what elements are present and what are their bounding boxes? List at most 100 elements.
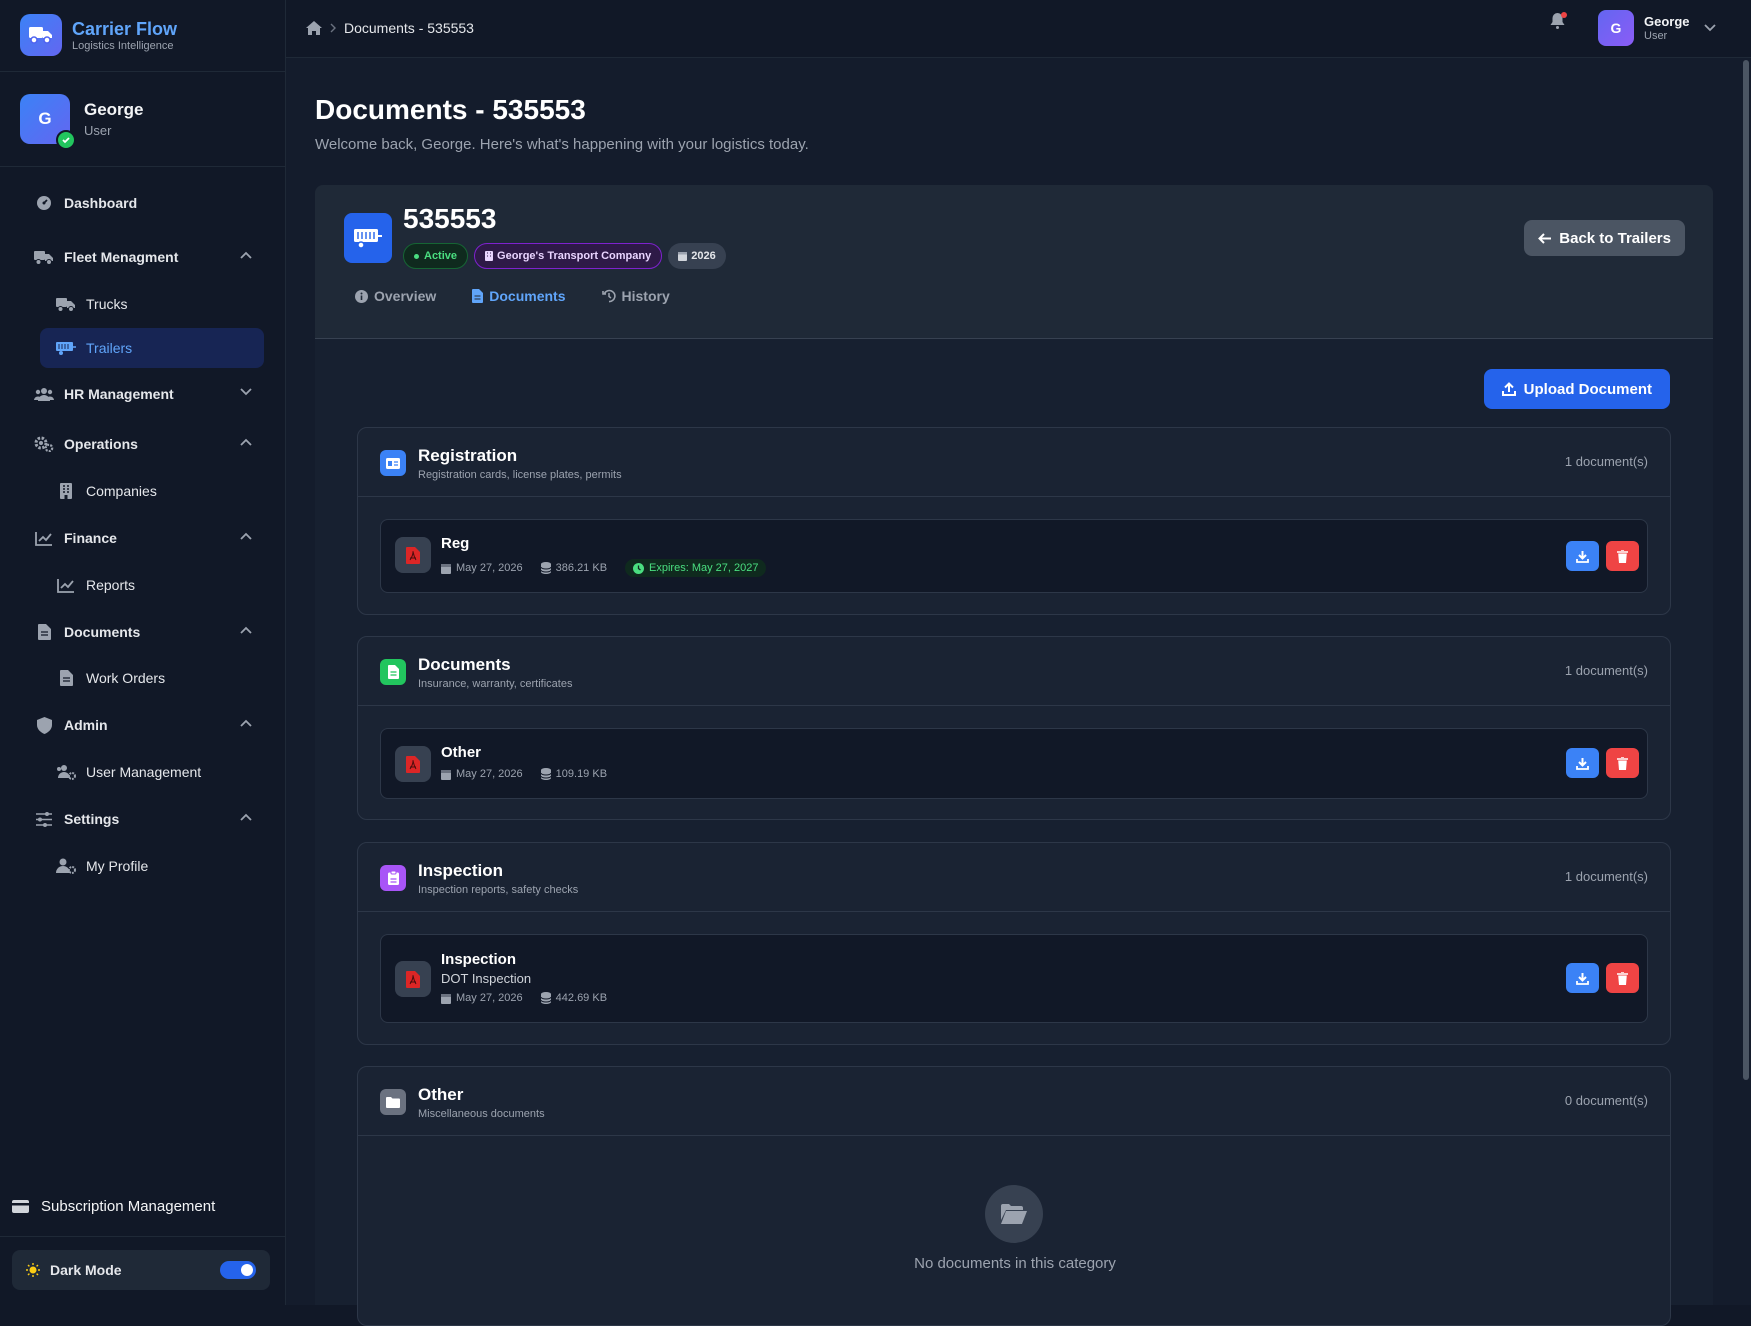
database-icon <box>540 992 551 1004</box>
document-row[interactable]: Inspection DOT Inspection May 27, 2026 4… <box>380 934 1648 1023</box>
category-inspection: Inspection Inspection reports, safety ch… <box>357 842 1671 1045</box>
pdf-file-icon <box>395 746 431 782</box>
nav-label: Operations <box>64 436 138 452</box>
document-count: 0 document(s) <box>1564 1093 1648 1108</box>
document-row[interactable]: Reg May 27, 2026 386.21 KB Expires: May … <box>380 519 1648 593</box>
nav-my-profile[interactable]: My Profile <box>40 846 264 886</box>
truck-icon <box>34 250 54 265</box>
nav-label: Admin <box>64 717 108 733</box>
avatar: G <box>20 94 76 150</box>
category-registration: Registration Registration cards, license… <box>357 427 1671 615</box>
dark-mode-row: Dark Mode <box>12 1250 270 1290</box>
nav-label: HR Management <box>64 386 174 402</box>
nav-companies[interactable]: Companies <box>40 471 264 511</box>
avatar: G <box>1598 10 1634 46</box>
truck-logo-icon <box>20 14 62 56</box>
document-row[interactable]: Other May 27, 2026 109.19 KB <box>380 728 1648 799</box>
nav-work-orders[interactable]: Work Orders <box>40 658 264 698</box>
divider <box>0 166 286 167</box>
tab-documents[interactable]: Documents <box>472 288 566 304</box>
pdf-file-icon <box>395 537 431 573</box>
user-menu[interactable]: G George User <box>1598 10 1716 46</box>
chevron-down-icon <box>1703 24 1716 32</box>
divider <box>0 71 286 72</box>
nav-label: Documents <box>64 624 141 640</box>
nav-reports[interactable]: Reports <box>40 565 264 605</box>
company-badge: George's Transport Company <box>474 243 663 269</box>
database-icon <box>540 768 551 780</box>
category-description: Miscellaneous documents <box>418 1108 545 1120</box>
verified-check-icon <box>56 130 76 150</box>
nav-hr[interactable]: HR Management <box>20 374 264 414</box>
download-button[interactable] <box>1566 748 1599 778</box>
delete-button[interactable] <box>1606 748 1639 778</box>
nav-fleet[interactable]: Fleet Menagment <box>20 237 264 277</box>
calendar-icon <box>678 251 688 261</box>
dark-mode-toggle[interactable] <box>220 1261 256 1279</box>
chevron-up-icon <box>240 626 252 634</box>
category-description: Registration cards, license plates, perm… <box>418 469 622 481</box>
nav-trailers[interactable]: Trailers <box>40 328 264 368</box>
document-note: DOT Inspection <box>441 971 532 986</box>
nav-user-management[interactable]: User Management <box>40 752 264 792</box>
clock-icon <box>633 562 645 574</box>
nav-documents[interactable]: Documents <box>20 612 264 652</box>
trailer-icon <box>344 213 392 263</box>
avatar-initial: G <box>38 109 52 128</box>
history-icon <box>601 289 616 303</box>
building-icon <box>485 251 494 261</box>
delete-button[interactable] <box>1606 963 1639 993</box>
nav-settings[interactable]: Settings <box>20 799 264 839</box>
status-text: Active <box>424 250 458 262</box>
user-card[interactable]: G George User <box>20 94 144 150</box>
nav-trucks[interactable]: Trucks <box>40 284 264 324</box>
gears-icon <box>34 436 54 452</box>
nav-label: Work Orders <box>86 670 166 686</box>
breadcrumb-current: Documents - 535553 <box>344 20 474 36</box>
nav-label: Trailers <box>86 340 133 356</box>
document-meta: May 27, 2026 386.21 KB Expires: May 27, … <box>441 559 767 577</box>
home-icon[interactable] <box>306 21 322 35</box>
tab-history[interactable]: History <box>601 288 670 304</box>
nav-dashboard[interactable]: Dashboard <box>20 183 264 223</box>
sidebar: Carrier Flow Logistics Intelligence G Ge… <box>0 0 286 1305</box>
nav-label: Companies <box>86 483 157 499</box>
dark-mode-label: Dark Mode <box>50 1262 122 1278</box>
download-button[interactable] <box>1566 963 1599 993</box>
category-title: Inspection <box>418 861 504 880</box>
download-button[interactable] <box>1566 541 1599 571</box>
trailer-number: 535553 <box>403 203 497 234</box>
bell-icon[interactable] <box>1550 12 1567 29</box>
back-to-trailers-button[interactable]: Back to Trailers <box>1524 220 1685 256</box>
nav-finance[interactable]: Finance <box>20 518 264 558</box>
chart-line-icon <box>34 531 54 546</box>
info-icon <box>355 289 368 303</box>
expiry-badge: Expires: May 27, 2027 <box>625 559 767 577</box>
nav-label: Settings <box>64 811 120 827</box>
subscription-management-link[interactable]: Subscription Management <box>12 1198 215 1215</box>
nav-label: Dashboard <box>64 195 138 211</box>
scrollbar[interactable] <box>1743 60 1749 1080</box>
file-icon <box>472 289 484 303</box>
nav-admin[interactable]: Admin <box>20 705 264 745</box>
subscription-label: Subscription Management <box>41 1198 216 1215</box>
document-count: 1 document(s) <box>1564 454 1648 469</box>
category-title: Registration <box>418 446 518 465</box>
calendar-icon <box>441 993 451 1004</box>
divider <box>0 1236 286 1237</box>
category-description: Insurance, warranty, certificates <box>418 678 573 690</box>
tab-overview[interactable]: Overview <box>355 288 436 304</box>
chart-line-icon <box>56 578 76 593</box>
category-header: Registration Registration cards, license… <box>358 428 1670 497</box>
delete-button[interactable] <box>1606 541 1639 571</box>
nav-label: User Management <box>86 764 202 780</box>
page-title: Documents - 535553 <box>315 94 586 125</box>
upload-label: Upload Document <box>1523 380 1652 398</box>
nav-operations[interactable]: Operations <box>20 424 264 464</box>
upload-document-button[interactable]: Upload Document <box>1483 369 1670 409</box>
document-count: 1 document(s) <box>1564 663 1648 678</box>
nav-label: Finance <box>64 530 117 546</box>
file-icon <box>380 659 406 685</box>
brand[interactable]: Carrier Flow Logistics Intelligence <box>20 14 177 56</box>
expiry-text: Expires: May 27, 2027 <box>649 562 759 574</box>
